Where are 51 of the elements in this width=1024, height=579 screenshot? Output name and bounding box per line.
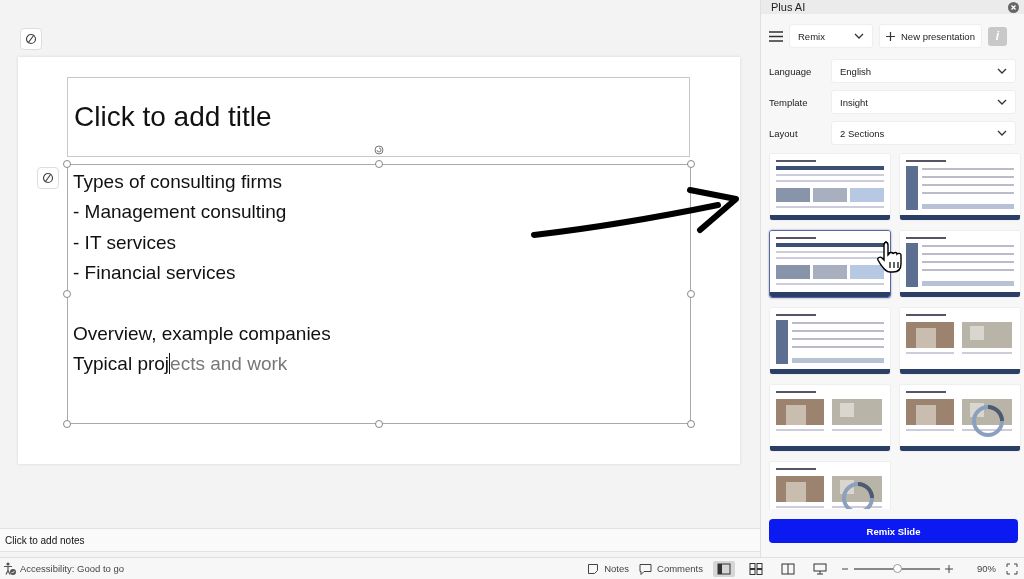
field-label: Language — [769, 65, 813, 77]
resize-handle[interactable] — [687, 420, 695, 428]
text-box[interactable]: Types of consulting firms - Management consulting - IT services - Financial services Overview, example companies Typical projects and work — [67, 164, 691, 424]
comments-button[interactable]: Comments — [639, 562, 703, 575]
body-text-line: - Management consulting — [73, 200, 287, 225]
plus-icon — [886, 31, 895, 41]
resize-handle[interactable] — [375, 160, 383, 168]
zoom-slider-thumb[interactable] — [893, 563, 902, 573]
body-text-line: Overview, example companies — [73, 321, 331, 346]
field-label: Layout — [769, 127, 799, 139]
accessibility-status[interactable]: Accessibility: Good to go — [20, 563, 125, 574]
resize-handle[interactable] — [687, 290, 695, 298]
zoom-in-icon[interactable] — [945, 564, 953, 573]
body-text-line: - Financial services — [73, 261, 236, 286]
chevron-down-icon — [854, 33, 864, 39]
resize-handle[interactable] — [63, 290, 71, 298]
body-text-line: - IT services — [73, 230, 177, 255]
chevron-down-icon — [997, 68, 1007, 74]
mode-dropdown[interactable]: Remix — [789, 24, 873, 48]
close-icon[interactable] — [1008, 1, 1019, 13]
zoom-percentage[interactable]: 90% — [977, 563, 996, 574]
copilot-icon[interactable] — [20, 28, 42, 50]
layout-thumbnail[interactable] — [769, 230, 891, 298]
resize-handle[interactable] — [687, 160, 695, 168]
normal-view-button[interactable] — [713, 560, 735, 577]
zoom-slider[interactable] — [854, 567, 940, 570]
fit-to-window-icon[interactable] — [1006, 562, 1018, 575]
resize-handle[interactable] — [375, 420, 383, 428]
menu-icon[interactable] — [769, 30, 783, 42]
notes-button[interactable]: Notes — [587, 562, 630, 575]
dropdown[interactable]: Insight — [831, 90, 1016, 114]
chevron-down-icon — [997, 99, 1007, 105]
resize-handle[interactable] — [63, 420, 71, 428]
note-icon — [587, 562, 600, 575]
title-placeholder[interactable]: Click to add title — [67, 77, 690, 157]
notes-placeholder[interactable]: Click to add notes — [5, 534, 85, 546]
body-text-line: Types of consulting firms — [73, 170, 283, 194]
body-text-line: Typical projects and work — [73, 352, 288, 377]
chevron-down-icon — [997, 130, 1007, 136]
title-text: Click to add title — [74, 101, 272, 133]
resize-handle[interactable] — [63, 160, 71, 168]
comment-icon — [639, 562, 653, 575]
dropdown[interactable]: English — [831, 59, 1016, 83]
copilot-icon[interactable] — [37, 167, 59, 189]
field-label: Template — [769, 96, 809, 108]
panel-title: Plus AI — [771, 1, 806, 13]
remix-slide-button[interactable]: Remix Slide — [769, 519, 1018, 543]
rotate-handle[interactable] — [373, 144, 385, 156]
accessibility-icon — [3, 562, 16, 575]
new-presentation-button[interactable]: New presentation — [879, 24, 982, 48]
dropdown[interactable]: 2 Sections — [831, 121, 1016, 145]
